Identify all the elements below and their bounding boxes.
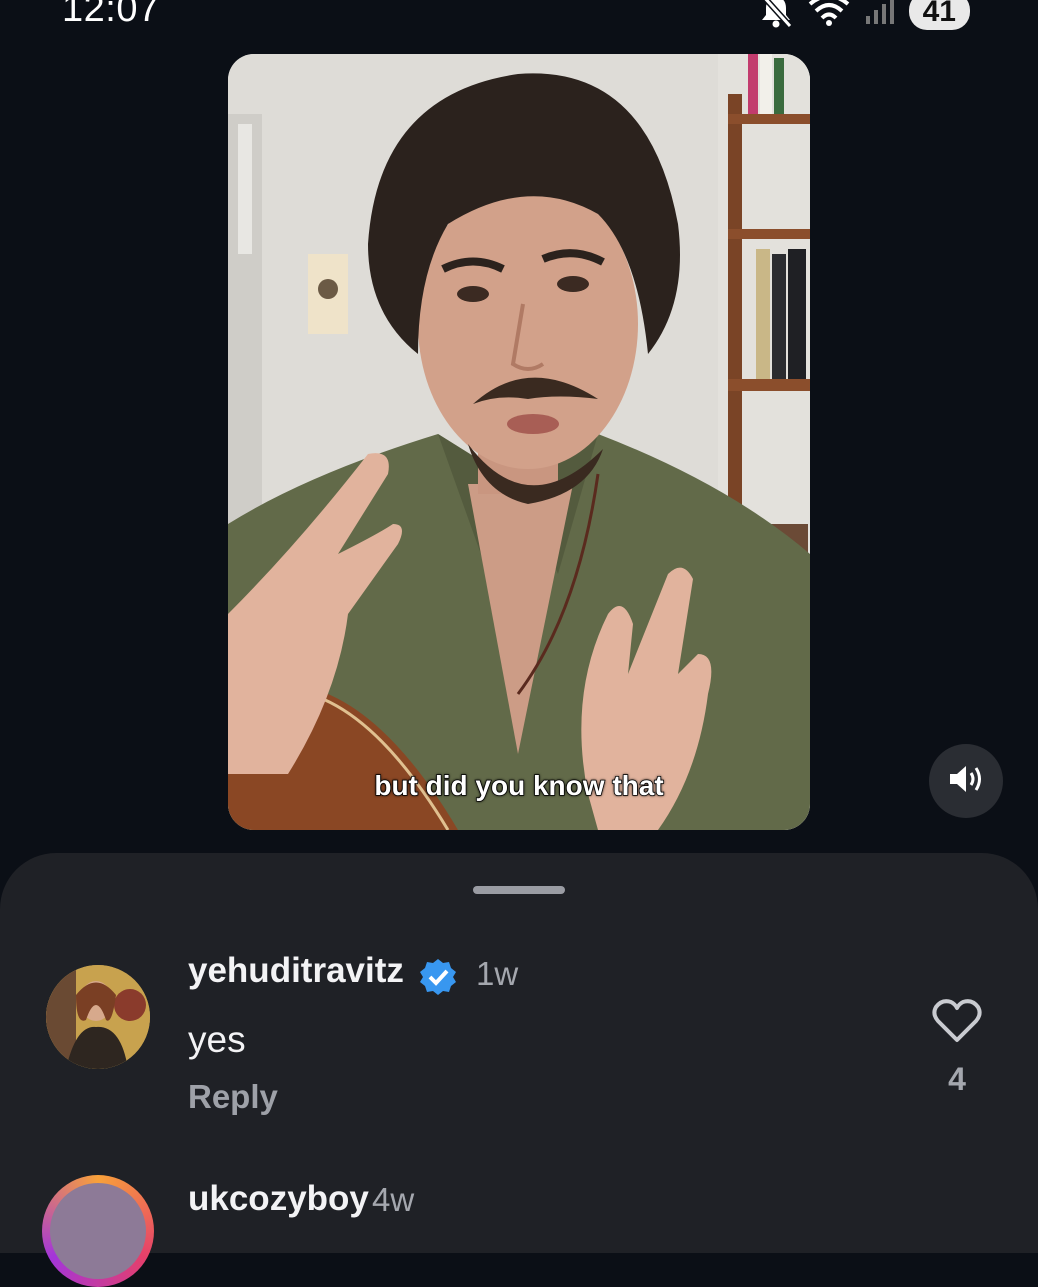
status-icons: 41 [759, 0, 970, 30]
video-player[interactable]: but did you know that [228, 54, 810, 830]
heart-icon[interactable] [932, 999, 982, 1048]
wifi-icon [807, 0, 851, 28]
like-count: 4 [948, 1061, 966, 1097]
signal-icon [865, 0, 895, 26]
reply-button[interactable]: Reply [188, 1078, 278, 1116]
verified-badge-icon [418, 957, 458, 1002]
comment-time: 4w [372, 1181, 415, 1218]
avatar[interactable] [42, 1175, 154, 1287]
comments-sheet: yehuditravitz 1w yes Reply 4 ukcozyboy 4… [0, 853, 1038, 1287]
avatar[interactable] [46, 965, 150, 1069]
battery-indicator: 41 [908, 0, 970, 30]
comment-text: yes [188, 1019, 246, 1060]
sheet-drag-handle[interactable] [473, 886, 565, 894]
mute-icon [759, 0, 793, 29]
video-frame [228, 54, 810, 830]
sound-toggle-button[interactable] [929, 744, 1003, 818]
comment-username[interactable]: yehuditravitz [188, 951, 404, 991]
speaker-icon [948, 764, 984, 799]
status-time: 12:07 [62, 0, 160, 30]
comment-username[interactable]: ukcozyboy [188, 1179, 369, 1219]
video-caption: but did you know that [374, 769, 665, 802]
comment-time: 1w [476, 955, 519, 992]
avatar-image [50, 1183, 146, 1279]
